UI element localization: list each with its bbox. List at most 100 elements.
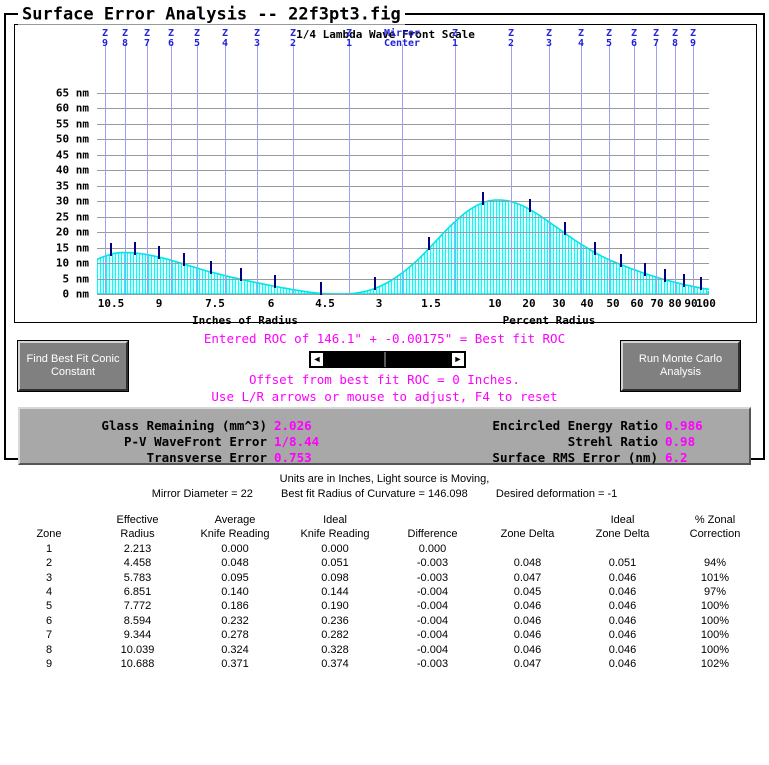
table-cell-0: 8 [8,643,90,657]
table-cell-5: 0.046 [480,599,575,613]
table-cell-1: 4.458 [90,556,185,570]
table-header-top-6: Ideal [575,513,670,527]
table-cell-0: 7 [8,628,90,642]
x-tick-percent-80: 80 [668,297,681,310]
x-tick-inches-7.5: 7.5 [205,297,225,310]
zone-marker-11 [482,192,484,205]
table-cell-6: 0.046 [575,643,670,657]
horizontal-gridline [97,155,709,156]
roc-offset-scrollbar[interactable]: ◄ ► [309,351,466,368]
stat-value: 2.026 [274,418,312,433]
x-tick-inches-3: 3 [376,297,383,310]
table-cell-6: 0.046 [575,585,670,599]
stat-label: Glass Remaining (mm^3) [101,418,267,433]
y-axis-tick-55: 55 nm [56,117,89,130]
zone-label-15: Z5 [606,29,612,49]
zone-label-bottom: 6 [631,39,637,49]
table-body: 12.2130.0000.0000.00024.4580.0480.051-0.… [8,542,760,672]
table-row: 35.7830.0950.098-0.0030.0470.046101% [8,571,760,585]
table-cell-4: -0.004 [385,643,480,657]
offset-from-best-fit-text: Offset from best fit ROC = 0 Inches. [6,372,763,387]
table-header-row-bottom: ZoneRadiusKnife ReadingKnife ReadingDiff… [8,527,760,541]
table-cell-3: 0.374 [285,657,385,671]
zone-label-14: Z4 [578,29,584,49]
horizontal-gridline [97,124,709,125]
stat-label: P-V WaveFront Error [124,434,267,449]
adjust-hint-text: Use L/R arrows or mouse to adjust, F4 to… [6,389,763,404]
table-cell-4: -0.003 [385,571,480,585]
table-header-top-5 [480,513,575,527]
zone-label-bottom: 6 [168,39,174,49]
table-cell-2: 0.186 [185,599,285,613]
table-row: 46.8510.1400.144-0.0040.0450.04697% [8,585,760,599]
x-axis-caption-left: Inches of Radius [192,314,298,327]
zone-marker-19 [700,277,702,290]
table-cell-1: 8.594 [90,614,185,628]
horizontal-gridline [97,294,709,295]
wavefront-plot: 0 nm5 nm10 nm15 nm20 nm25 nm30 nm35 nm40… [97,93,709,294]
scrollbar-thumb[interactable] [324,352,386,367]
zone-marker-15 [620,254,622,267]
table-cell-6 [575,542,670,556]
zone-label-bottom: 7 [144,39,150,49]
table-cell-7: 94% [670,556,760,570]
table-header-top-4 [385,513,480,527]
zone-gridline-10 [402,44,403,294]
app-window: Surface Error Analysis -- 22f3pt3.fig 1/… [0,0,769,765]
table-cell-4: -0.004 [385,628,480,642]
table-cell-4: -0.004 [385,614,480,628]
table-header-top-0 [8,513,90,527]
zone-marker-14 [594,242,596,255]
zone-label-bottom: Center [384,39,420,49]
zone-gridline-3 [147,44,148,294]
table-header-2: Knife Reading [185,527,285,541]
scrollbar-track[interactable] [324,352,451,367]
table-cell-2: 0.232 [185,614,285,628]
zone-gridline-2 [125,44,126,294]
zone-label-12: Z2 [508,29,514,49]
zone-label-bottom: 2 [290,39,296,49]
stat-label: Encircled Energy Ratio [492,418,658,433]
chart-frame: 1/4 Lambda Wave Front Scale 0 nm5 nm10 n… [14,24,757,323]
horizontal-gridline [97,263,709,264]
plot-area [97,93,709,294]
zone-marker-16 [644,263,646,276]
zone-gridline-4 [171,44,172,294]
x-tick-percent-10: 10 [488,297,501,310]
zone-gridline-13 [549,44,550,294]
zone-label-17: Z7 [653,29,659,49]
zone-gridline-9 [349,44,350,294]
x-tick-percent-60: 60 [630,297,643,310]
stat-value: 1/8.44 [274,434,319,449]
table-cell-1: 10.688 [90,657,185,671]
table-header-row-top: EffectiveAverageIdealIdeal% Zonal [8,513,760,527]
table-cell-7 [670,542,760,556]
table-cell-3: 0.236 [285,614,385,628]
horizontal-gridline [97,201,709,202]
zone-label-1: Z9 [102,29,108,49]
y-axis-tick-60: 60 nm [56,102,89,115]
stat-value: 0.98 [665,434,695,449]
table-cell-1: 10.039 [90,643,185,657]
table-cell-6: 0.046 [575,657,670,671]
scroll-right-arrow-icon[interactable]: ► [451,352,465,367]
desired-deformation-text: Desired deformation = -1 [496,488,617,500]
y-axis-tick-5: 5 nm [63,272,90,285]
table-cell-4: -0.003 [385,556,480,570]
zone-label-6: Z4 [222,29,228,49]
stat-value: 0.986 [665,418,703,433]
horizontal-gridline [97,170,709,171]
zone-gridline-7 [257,44,258,294]
table-row: 57.7720.1860.190-0.0040.0460.046100% [8,599,760,613]
table-cell-3: 0.190 [285,599,385,613]
table-cell-3: 0.051 [285,556,385,570]
zone-marker-8 [320,282,322,295]
table-cell-3: 0.000 [285,542,385,556]
scroll-left-arrow-icon[interactable]: ◄ [310,352,324,367]
table-cell-2: 0.048 [185,556,285,570]
zone-label-bottom: 3 [546,39,552,49]
table-header-6: Zone Delta [575,527,670,541]
zone-label-4: Z6 [168,29,174,49]
zone-label-bottom: 1 [452,39,458,49]
y-axis-tick-30: 30 nm [56,195,89,208]
